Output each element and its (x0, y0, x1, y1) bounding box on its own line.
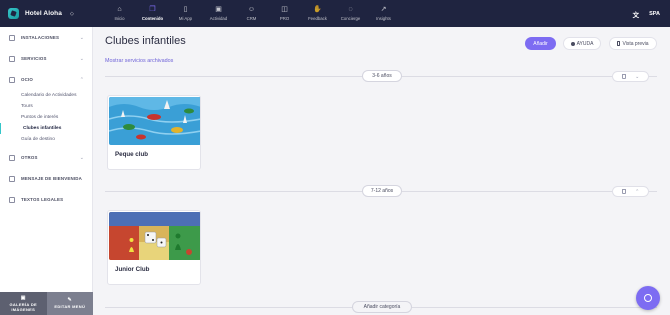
nav-label: Insights (376, 16, 391, 21)
top-navigation-bar: Hotel Aloha ◇ ⌂ Inicio ❒ Contenido ▯ Mi … (0, 0, 670, 27)
image-gallery-button[interactable]: ▣ GALERÍA DE IMÁGENES (0, 292, 47, 315)
sidebar-section-textos-legales[interactable]: TEXTOS LEGALES (0, 189, 92, 210)
help-button[interactable]: AYUDA (563, 37, 601, 50)
sidebar-section-instalaciones[interactable]: INSTALACIONES ⌄ (0, 27, 92, 48)
hotel-name: Hotel Aloha (25, 10, 62, 17)
category-tools: ⌃ (612, 186, 649, 197)
chevron-down-icon: ⌄ (79, 55, 84, 62)
chevron-up-icon[interactable]: ⌃ (635, 189, 639, 195)
calendar-icon (9, 76, 15, 83)
nav-label: Contenido (141, 16, 164, 21)
trash-icon[interactable] (621, 189, 626, 194)
preview-button[interactable]: Vista previa (609, 37, 657, 50)
sidebar-section-mensaje-bienvenida[interactable]: MENSAJE DE BIENVENIDA (0, 168, 92, 189)
content-icon: ❒ (149, 6, 156, 13)
image-icon: ▣ (20, 294, 26, 301)
card-title: Peque club (115, 151, 149, 158)
chevron-down-icon: ◇ (69, 10, 74, 17)
services-icon (9, 55, 15, 62)
service-card[interactable]: Peque club (107, 95, 201, 170)
help-label: AYUDA (576, 40, 594, 47)
category-label[interactable]: 7-12 años (362, 185, 402, 197)
category-tools: ⌄ (612, 71, 649, 82)
activity-icon: ▣ (215, 6, 222, 13)
nav-label: CRM (246, 16, 257, 21)
sidebar-section-ocio[interactable]: OCIO ⌃ (0, 69, 92, 90)
sidebar-bottom-actions: ▣ GALERÍA DE IMÁGENES ✎ EDITAR MENÚ (0, 292, 93, 315)
phone-icon (617, 41, 621, 46)
chevron-down-icon: ⌄ (79, 154, 84, 161)
nav-item-inicio[interactable]: ⌂ Inicio (103, 0, 136, 27)
edit-menu-label: EDITAR MENÚ (54, 304, 86, 309)
sidebar-section-otros[interactable]: OTROS ⌄ (0, 147, 92, 168)
preview-label: Vista previa (622, 40, 649, 47)
chat-icon: ◌ (348, 6, 353, 13)
nav-item-concierge[interactable]: ◌ Concierge (334, 0, 367, 27)
sidebar-item-tours[interactable]: Tours (0, 101, 92, 112)
brand-logo-icon (8, 8, 19, 19)
sidebar-item-guia-destino[interactable]: Guía de destino (0, 134, 92, 145)
sidebar-section-label: OCIO (21, 77, 34, 82)
document-icon (9, 196, 15, 203)
language-selector[interactable]: SPA (649, 11, 660, 17)
category-label[interactable]: 3-6 años (362, 70, 402, 82)
sidebar-section-label: TEXTOS LEGALES (21, 197, 64, 202)
main-content: Clubes infantiles Mostrar servicios arch… (93, 27, 670, 315)
nav-item-insights[interactable]: ↗ Insights (367, 0, 400, 27)
nav-item-crm[interactable]: ☺ CRM (235, 0, 268, 27)
service-card[interactable]: Junior Club (107, 210, 201, 285)
nav-item-actividad[interactable]: ▣ Actividad (202, 0, 235, 27)
nav-label: Mi App (178, 16, 193, 21)
sidebar-item-calendario[interactable]: Calendario de Actividades (0, 90, 92, 101)
main-nav: ⌂ Inicio ❒ Contenido ▯ Mi App ▣ Activida… (103, 0, 400, 27)
bag-icon: ◫ (281, 6, 288, 13)
card-image (109, 212, 200, 260)
nav-item-feedback[interactable]: ✋ Feedback (301, 0, 334, 27)
message-icon (9, 175, 15, 182)
nav-item-contenido[interactable]: ❒ Contenido (136, 0, 169, 27)
show-archived-link[interactable]: Mostrar servicios archivados (105, 58, 173, 64)
sidebar-section-servicios[interactable]: SERVICIOS ⌄ (0, 48, 92, 69)
translate-icon[interactable]: 文 (633, 9, 640, 19)
trash-icon[interactable] (621, 74, 626, 79)
nav-label: Actividad (209, 16, 228, 21)
image-gallery-label: GALERÍA DE IMÁGENES (9, 301, 38, 312)
people-icon (9, 154, 15, 161)
page-title: Clubes infantiles (105, 35, 186, 47)
nav-label: Feedback (308, 16, 327, 21)
building-icon (9, 34, 15, 41)
sidebar-section-label: INSTALACIONES (21, 35, 60, 40)
help-icon (570, 41, 575, 46)
card-image (109, 97, 200, 145)
edit-menu-button[interactable]: ✎ EDITAR MENÚ (46, 292, 93, 315)
home-icon: ⌂ (117, 6, 122, 13)
top-right-tools: 文 SPA (633, 0, 660, 27)
phone-icon: ▯ (183, 6, 188, 13)
thumb-icon: ✋ (313, 6, 322, 13)
sidebar-item-clubes-infantiles[interactable]: Clubes infantiles (0, 123, 92, 134)
nav-item-pro[interactable]: ◫ PRO (268, 0, 301, 27)
card-title: Junior Club (115, 266, 150, 273)
add-category-button[interactable]: Añadir categoría (352, 301, 412, 313)
nav-label: PRO (279, 16, 290, 21)
chevron-down-icon: ⌄ (79, 34, 84, 41)
nav-item-mi-app[interactable]: ▯ Mi App (169, 0, 202, 27)
sidebar: INSTALACIONES ⌄ SERVICIOS ⌄ OCIO ⌃ Calen… (0, 27, 93, 315)
add-button[interactable]: Añadir (525, 37, 556, 50)
chat-icon (644, 294, 652, 302)
sidebar-section-label: OTROS (21, 155, 38, 160)
sidebar-section-label: SERVICIOS (21, 56, 47, 61)
nav-label: Inicio (114, 16, 125, 21)
chevron-down-icon[interactable]: ⌄ (635, 74, 639, 80)
chart-icon: ↗ (380, 6, 387, 13)
sidebar-item-puntos-interes[interactable]: Puntos de interés (0, 112, 92, 123)
chevron-up-icon: ⌃ (79, 76, 84, 83)
people-icon: ☺ (247, 6, 256, 13)
sidebar-section-label: MENSAJE DE BIENVENIDA (21, 176, 83, 181)
support-chat-button[interactable] (636, 286, 660, 310)
edit-icon: ✎ (67, 297, 72, 303)
hotel-selector[interactable]: Hotel Aloha ◇ (0, 8, 93, 19)
nav-label: Concierge (340, 16, 361, 21)
